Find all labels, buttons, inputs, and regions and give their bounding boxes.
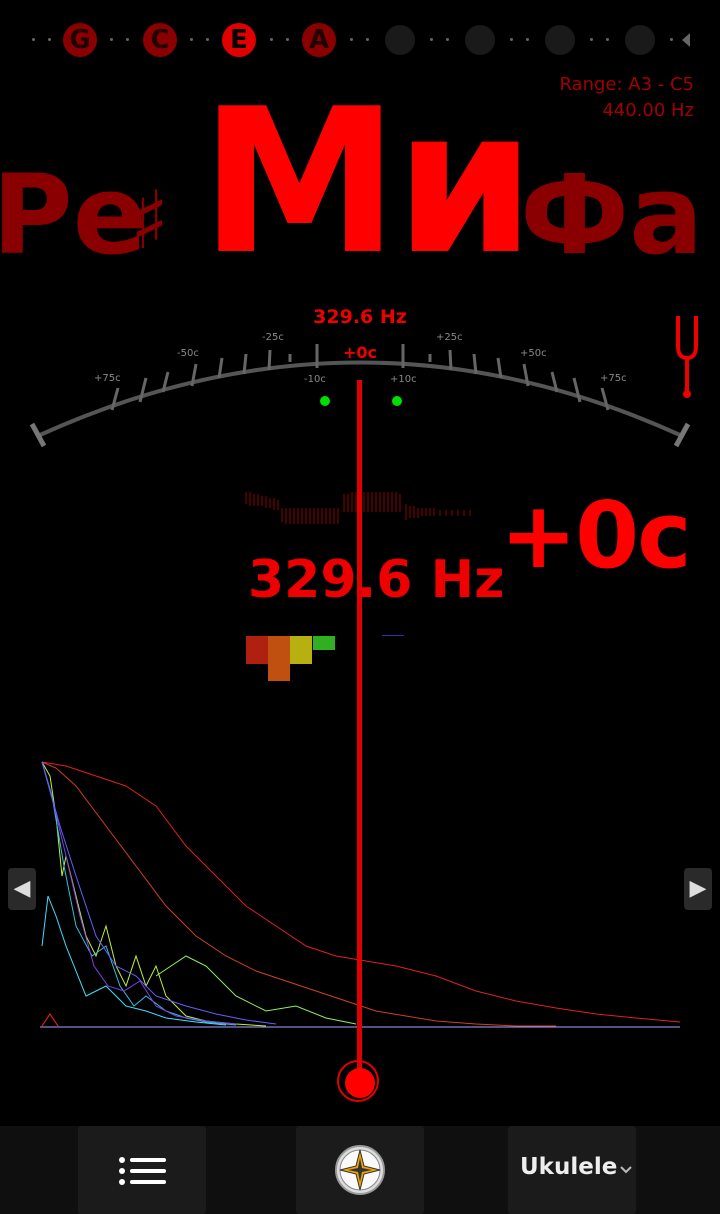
reference-frequency: 440.00 Hz (602, 100, 694, 121)
separator-dot (110, 38, 113, 41)
scale-label: +75c (600, 373, 627, 384)
meter-cents: +0c (342, 343, 378, 362)
harmonic-bar (268, 636, 290, 681)
menu-button[interactable] (78, 1126, 206, 1214)
separator-dot (430, 38, 433, 41)
string-note-e[interactable]: E (222, 23, 256, 57)
string-note-g[interactable]: G (63, 23, 97, 57)
scale-label: -25c (262, 332, 284, 343)
scale-label: +25c (436, 332, 463, 343)
separator-dot (126, 38, 129, 41)
meter-frequency: 329.6 Hz (313, 306, 407, 328)
string-note-a[interactable]: A (302, 23, 336, 57)
next-view-button[interactable]: ▶ (684, 868, 712, 910)
scale-label: -10c (304, 374, 326, 385)
current-note: Ми (200, 66, 535, 299)
cents-readout: +0c (500, 482, 692, 589)
range-info[interactable]: Range: A3 - C5 440.00 Hz (559, 72, 694, 124)
frequency-readout: 329.6 Hz (248, 550, 505, 610)
instrument-label: Ukulele (520, 1154, 618, 1180)
separator-dot (190, 38, 193, 41)
needle-pivot (345, 1068, 375, 1098)
scale-label: -50c (177, 348, 199, 359)
compass-button[interactable] (296, 1126, 424, 1214)
separator-dot (446, 38, 449, 41)
separator-dot (366, 38, 369, 41)
separator-dot (526, 38, 529, 41)
separator-dot (670, 38, 673, 41)
harmonic-bar (246, 636, 268, 664)
empty-string-slot[interactable] (385, 25, 415, 55)
separator-dot (510, 38, 513, 41)
sharp-accidental: ♯ (130, 174, 169, 267)
next-note: Фа (520, 151, 704, 279)
in-tune-indicator-right (392, 396, 402, 406)
scale-label: +10c (390, 374, 417, 385)
separator-dot (606, 38, 609, 41)
empty-string-slot[interactable] (465, 25, 495, 55)
separator-dot (48, 38, 51, 41)
separator-dot (350, 38, 353, 41)
chevron-down-icon (620, 1166, 632, 1174)
harmonic-bar (290, 636, 312, 664)
compass-icon (335, 1145, 385, 1195)
harmonic-bar (382, 635, 404, 636)
instrument-selector[interactable]: Ukulele (508, 1126, 636, 1214)
separator-dot (32, 38, 35, 41)
empty-string-slot[interactable] (625, 25, 655, 55)
separator-dot (286, 38, 289, 41)
range-label: Range: A3 - C5 (559, 74, 694, 95)
previous-note: Ре (0, 151, 148, 279)
previous-view-button[interactable]: ◀ (8, 868, 36, 910)
scale-label: +75c (94, 373, 121, 384)
tuning-needle (357, 380, 362, 1080)
in-tune-indicator-left (320, 396, 330, 406)
tuning-fork-icon[interactable] (672, 314, 702, 400)
scale-label: +50c (520, 348, 547, 359)
separator-dot (270, 38, 273, 41)
separator-dot (206, 38, 209, 41)
string-note-c[interactable]: C (143, 23, 177, 57)
empty-string-slot[interactable] (545, 25, 575, 55)
separator-dot (590, 38, 593, 41)
scroll-left-icon[interactable] (682, 33, 692, 47)
menu-list-icon (119, 1157, 166, 1185)
harmonic-bar (313, 636, 335, 650)
